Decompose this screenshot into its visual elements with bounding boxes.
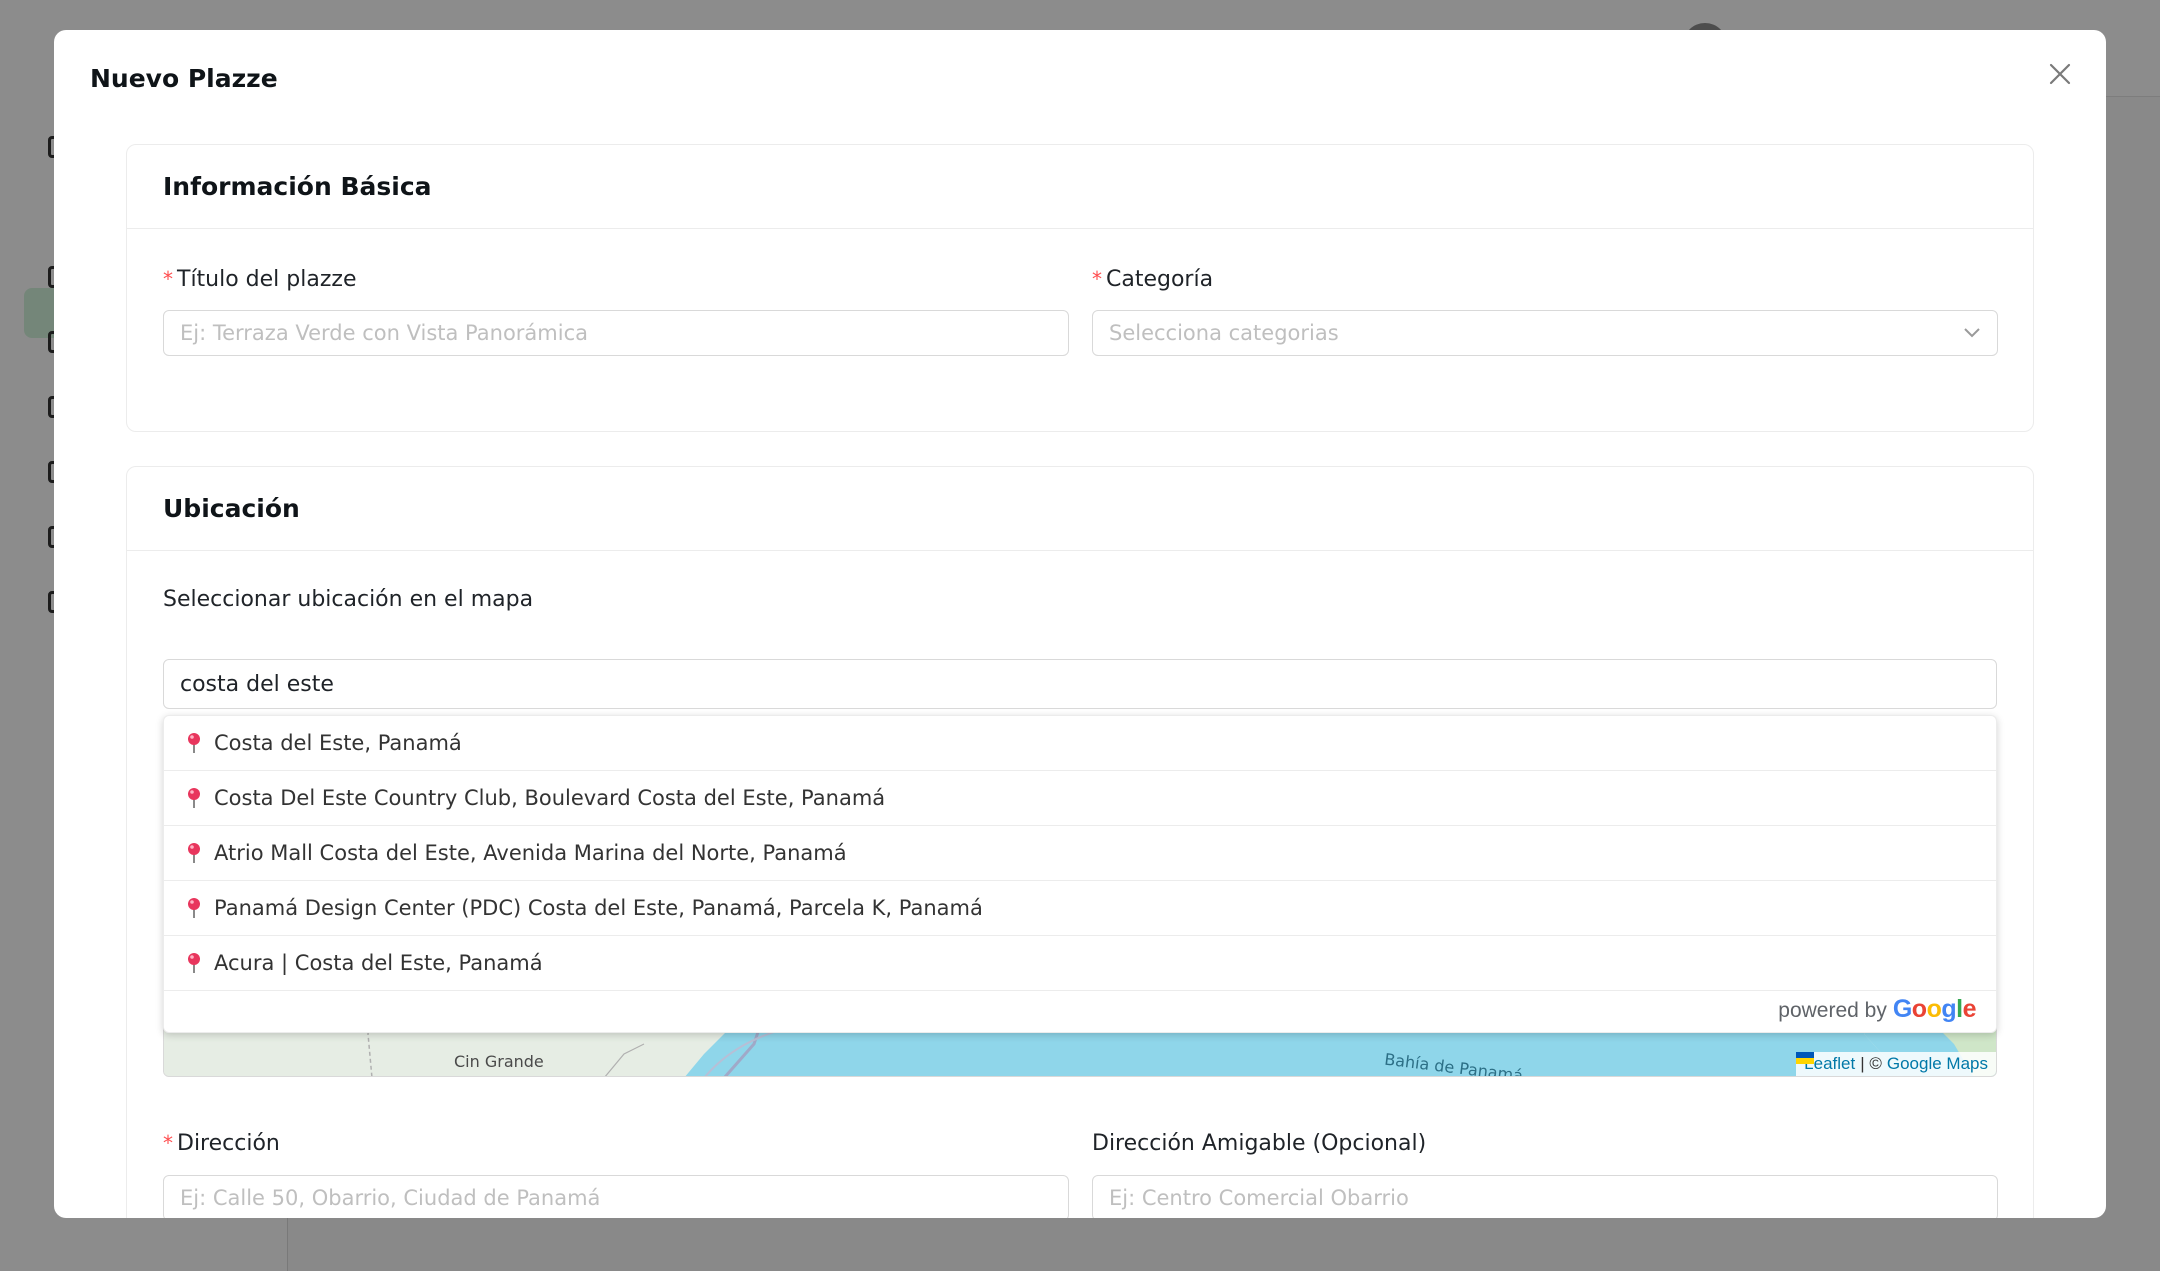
map-attribution: Leaflet | © Google Maps — [1796, 1052, 1996, 1076]
address-field-label: * Dirección — [163, 1131, 280, 1156]
close-button[interactable] — [2044, 58, 2076, 90]
required-mark: * — [163, 1131, 173, 1155]
powered-by-google: powered by Google — [1778, 995, 1976, 1024]
address-input[interactable] — [163, 1175, 1069, 1218]
required-mark: * — [163, 267, 173, 291]
location-header: Ubicación — [127, 467, 2033, 551]
google-maps-link[interactable]: Google Maps — [1887, 1054, 1988, 1074]
friendly-address-input[interactable] — [1092, 1175, 1998, 1218]
google-logo: Google — [1892, 995, 1977, 1023]
modal-title: Nuevo Plazze — [90, 64, 278, 93]
suggestion-text: Panamá Design Center (PDC) Costa del Est… — [214, 896, 983, 920]
map-select-label: Seleccionar ubicación en el mapa — [163, 587, 534, 612]
map-pin-icon — [188, 843, 200, 863]
suggestion-item[interactable]: Costa Del Este Country Club, Boulevard C… — [164, 771, 1996, 826]
friendly-address-field-label: Dirección Amigable (Opcional) — [1092, 1131, 1427, 1156]
category-select-placeholder: Selecciona categorias — [1109, 321, 1339, 345]
attribution-separator: | © — [1860, 1054, 1882, 1073]
suggestion-item[interactable]: Costa del Este, Panamá — [164, 716, 1996, 771]
map-pin-icon — [188, 788, 200, 808]
powered-by-text: powered by — [1778, 999, 1887, 1022]
new-plazze-modal: Nuevo Plazze Información Básica * Título … — [54, 30, 2106, 1218]
map-place-label: Cin Grande — [454, 1052, 544, 1071]
suggestion-item[interactable]: Atrio Mall Costa del Este, Avenida Marin… — [164, 826, 1996, 881]
basic-info-title: Información Básica — [163, 172, 432, 201]
location-card: Ubicación Seleccionar ubicación en el ma… — [126, 466, 2034, 1218]
title-input[interactable] — [163, 310, 1069, 356]
category-field-label: * Categoría — [1092, 267, 1214, 292]
map-pin-icon — [188, 953, 200, 973]
suggestion-text: Costa del Este, Panamá — [214, 731, 462, 755]
location-title: Ubicación — [163, 494, 300, 523]
basic-info-header: Información Básica — [127, 145, 2033, 229]
chevron-down-icon — [1964, 328, 1980, 338]
suggestion-text: Atrio Mall Costa del Este, Avenida Marin… — [214, 841, 847, 865]
ukraine-flag-icon — [1796, 1052, 1815, 1064]
required-mark: * — [1092, 267, 1102, 291]
suggestion-text: Acura | Costa del Este, Panamá — [214, 951, 543, 975]
map-pin-icon — [188, 733, 200, 753]
map-pin-icon — [188, 898, 200, 918]
title-field-label: * Título del plazze — [163, 267, 357, 292]
suggestion-item[interactable]: Panamá Design Center (PDC) Costa del Est… — [164, 881, 1996, 936]
location-suggestions: Costa del Este, Panamá Costa Del Este Cou… — [163, 715, 1997, 1033]
suggestion-item[interactable]: Acura | Costa del Este, Panamá — [164, 936, 1996, 991]
suggestion-text: Costa Del Este Country Club, Boulevard C… — [214, 786, 886, 810]
category-select[interactable]: Selecciona categorias — [1092, 310, 1998, 356]
location-search-input[interactable] — [163, 659, 1997, 709]
basic-info-card: Información Básica *Título del plazze *C… — [126, 144, 2034, 432]
close-icon — [2049, 63, 2071, 85]
suggestion-list: Costa del Este, Panamá Costa Del Este Cou… — [164, 716, 1996, 991]
